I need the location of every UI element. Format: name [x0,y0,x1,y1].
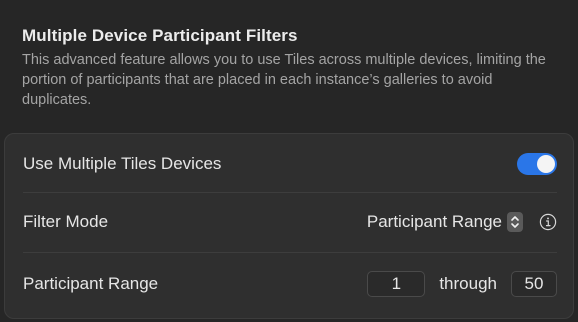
range-start-input[interactable] [367,271,426,297]
info-icon[interactable] [539,213,557,231]
filter-mode-row: Filter Mode Participant Range [23,206,557,238]
multiple-devices-label: Use Multiple Tiles Devices [23,154,222,173]
section-header: Multiple Device Participant Filters This… [22,26,552,110]
filter-mode-controls: Participant Range [367,212,557,232]
filter-mode-value: Participant Range [366,212,502,231]
participant-range-controls: through [367,271,557,297]
divider [23,252,557,253]
settings-page: Multiple Device Participant Filters This… [0,0,578,322]
participant-range-label: Participant Range [23,274,159,293]
range-end-input[interactable] [511,271,557,297]
through-label: through [439,274,497,293]
filter-mode-select[interactable]: Participant Range [367,212,523,232]
chevron-up-down-icon [507,212,523,232]
section-description: This advanced feature allows you to use … [22,52,546,108]
multiple-devices-toggle[interactable] [517,153,557,175]
toggle-knob [537,155,555,173]
section-title: Multiple Device Participant Filters [22,26,298,45]
participant-range-row: Participant Range through [23,268,557,300]
filter-mode-label: Filter Mode [23,212,109,231]
multiple-devices-row: Use Multiple Tiles Devices [23,148,557,180]
settings-panel: Use Multiple Tiles Devices Filter Mode P… [4,133,574,319]
divider [23,192,557,193]
